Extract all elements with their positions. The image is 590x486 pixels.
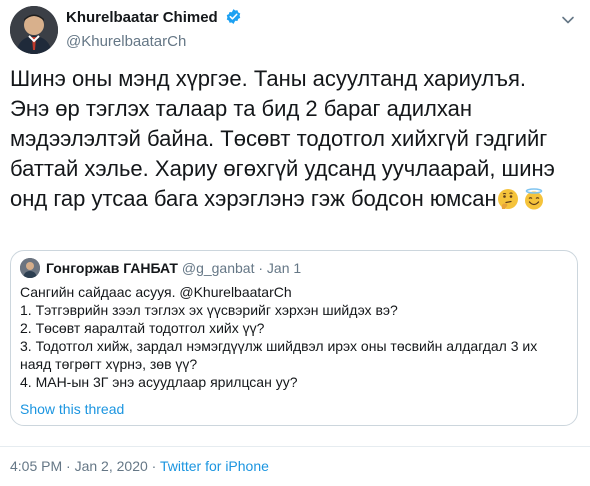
tweet-text: Шинэ оны мэнд хүргэе. Таны асуултанд хар… (10, 64, 585, 214)
tweet-text-line: баттай хэлье. Хариу өгөхгүй удсанд уучла… (10, 156, 555, 181)
quoted-author-name: Гонгоржав ГАНБАТ (46, 260, 178, 276)
quoted-author-handle: @g_ganbat (181, 260, 255, 276)
tweet-text-last-line: онд гар утсаа бага хэрэглэнэ гэж бодсон … (10, 184, 585, 214)
quoted-text-line: 2. Төсөвт яаралтай тодотгол хийх үү? (20, 320, 265, 336)
thinking-face-emoji (497, 188, 519, 210)
separator-dot: · (66, 458, 71, 474)
separator-dot: · (258, 260, 264, 276)
quoted-tweet-header: Гонгоржав ГАНБАТ @g_ganbat · Jan 1 (20, 258, 301, 278)
tweet-date[interactable]: Jan 2, 2020 (75, 458, 148, 474)
tweet-text-line: онд гар утсаа бага хэрэглэнэ гэж бодсон … (10, 186, 497, 211)
quoted-tweet-date: Jan 1 (266, 260, 302, 276)
author-name[interactable]: Khurelbaatar Chimed (66, 8, 218, 27)
tweet-source-link[interactable]: Twitter for iPhone (160, 458, 269, 474)
quoted-text-line: Сангийн сайдаас асууя. @KhurelbaatarCh (20, 284, 292, 300)
quoted-text-line: наяд төгрөгт хүрнэ, зөв үү? (20, 356, 198, 372)
tweet-author: Khurelbaatar Chimed @KhurelbaatarCh (66, 8, 242, 52)
show-thread-link[interactable]: Show this thread (20, 400, 124, 418)
author-handle[interactable]: @KhurelbaatarCh (66, 32, 242, 52)
separator-dot: · (151, 458, 157, 474)
author-avatar[interactable] (10, 6, 58, 54)
tweet-text-line: Энэ өр тэглэх талаар та бид 2 бараг адил… (10, 96, 473, 121)
quoted-tweet-text: Сангийн сайдаас асууя. @KhurelbaatarCh 1… (20, 283, 565, 391)
quoted-text-line: 1. Тэтгэврийн зээл тэглэх эх үүсвэрийг х… (20, 302, 398, 318)
tweet-text-line: Шинэ оны мэнд хүргэе. Таны асуултанд хар… (10, 66, 527, 91)
quoted-tweet[interactable]: Гонгоржав ГАНБАТ @g_ganbat · Jan 1 Санги… (10, 250, 578, 426)
divider (0, 446, 590, 447)
tweet-metadata: 4:05 PM · Jan 2, 2020 · Twitter for iPho… (10, 457, 269, 475)
quoted-text-line: 3. Тодотгол хийж, зардал нэмэгдүүлж шийд… (20, 338, 538, 354)
tweet-text-line: мэдээлэлтэй байна. Төсөвт тодотгол хийхг… (10, 126, 548, 151)
smiling-face-with-halo-emoji (523, 188, 545, 210)
chevron-down-icon[interactable] (560, 12, 576, 28)
verified-badge-icon (225, 8, 242, 30)
tweet-time[interactable]: 4:05 PM (10, 458, 62, 474)
quoted-text-line: 4. МАН-ын 3Г энэ асуудлаар ярилцсан уу? (20, 374, 298, 390)
quoted-author-avatar (20, 258, 40, 278)
